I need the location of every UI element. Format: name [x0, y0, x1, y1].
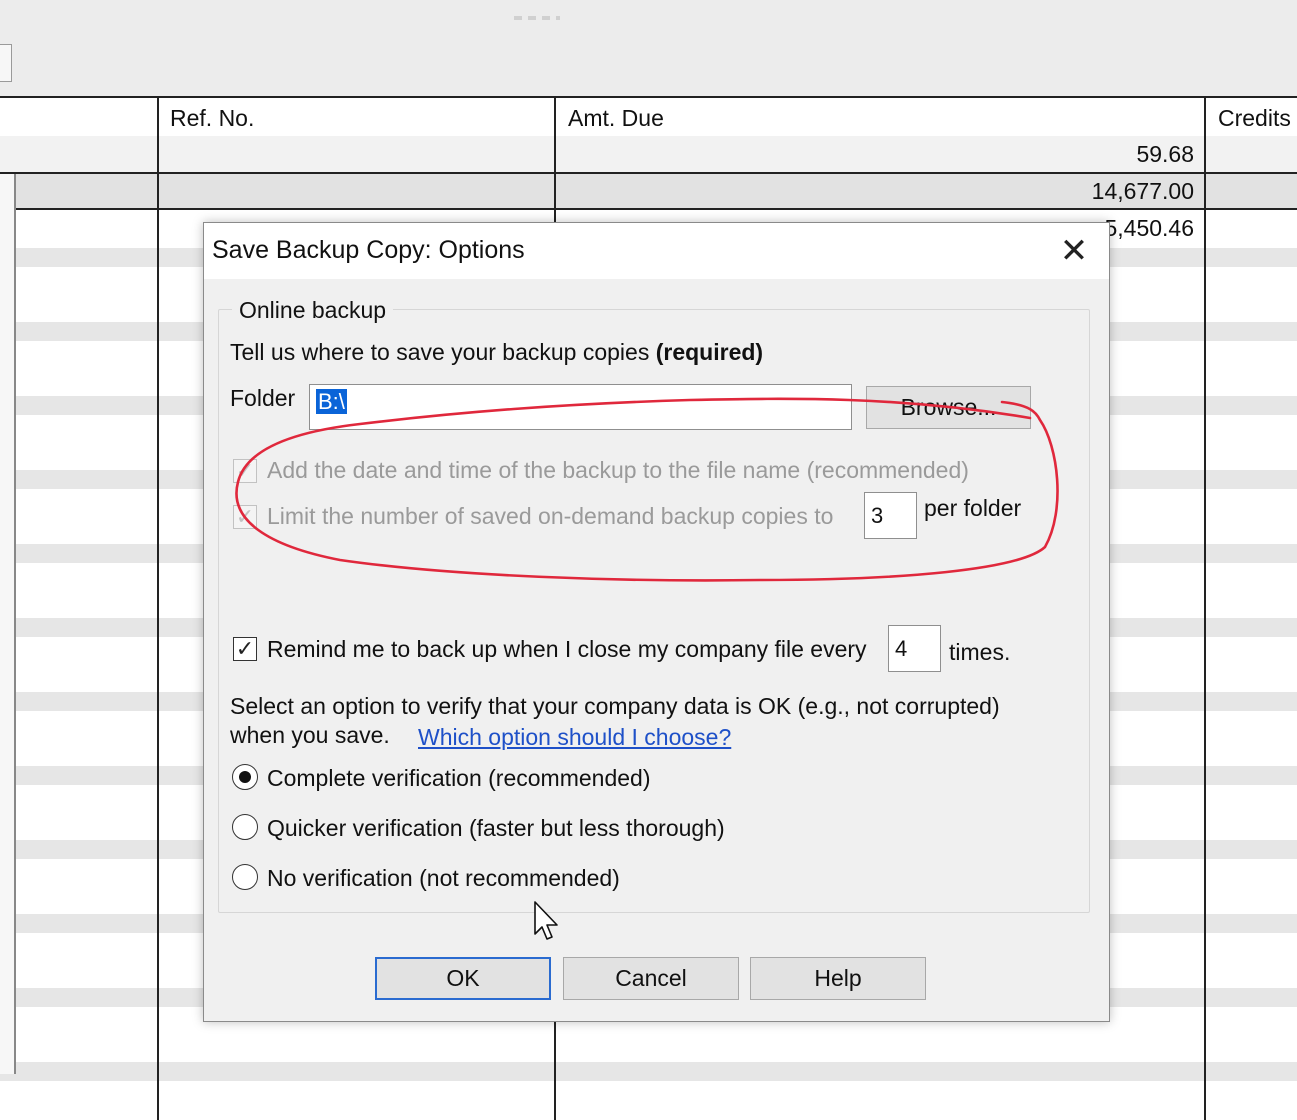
remind-count-input[interactable]: 4 — [888, 625, 941, 672]
which-option-link[interactable]: Which option should I choose? — [418, 722, 731, 752]
toolbar-field[interactable] — [0, 44, 12, 82]
drag-handle — [514, 16, 560, 20]
browse-button[interactable]: Browse... — [866, 386, 1031, 429]
amount-due-row-2: 14,677.00 — [1091, 178, 1194, 204]
close-icon[interactable]: ✕ — [1052, 231, 1096, 271]
no-verification-label: No verification (not recommended) — [267, 865, 620, 891]
verify-text-line1: Select an option to verify that your com… — [230, 693, 1000, 719]
cancel-button[interactable]: Cancel — [563, 957, 739, 1000]
quicker-verification-label: Quicker verification (faster but less th… — [267, 815, 725, 841]
folder-value: B:\ — [316, 389, 347, 414]
dialog-titlebar: Save Backup Copy: Options ✕ — [204, 223, 1109, 279]
column-header-credits[interactable]: Credits — [1206, 98, 1297, 136]
prompt-text: Tell us where to save your backup copies… — [230, 339, 764, 365]
checkmark-icon[interactable]: ✓ — [233, 505, 257, 529]
required-label: (required) — [655, 339, 764, 365]
radio-quicker-verification[interactable] — [232, 814, 258, 840]
amount-due-row-1: 59.68 — [1136, 141, 1194, 167]
remind-label: Remind me to back up when I close my com… — [267, 636, 867, 662]
mouse-cursor-icon — [534, 901, 558, 940]
radio-no-verification[interactable] — [232, 864, 258, 890]
add-datetime-label: Add the date and time of the backup to t… — [267, 457, 969, 483]
save-backup-options-dialog: Save Backup Copy: Options ✕ Online backu… — [203, 222, 1110, 1022]
group-label: Online backup — [232, 295, 394, 325]
folder-input[interactable]: B:\ — [309, 384, 852, 430]
times-label: times. — [949, 639, 1011, 665]
help-button[interactable]: Help — [750, 957, 926, 1000]
complete-verification-label: Complete verification (recommended) — [267, 765, 651, 791]
checkmark-icon[interactable]: ✓ — [233, 637, 257, 661]
column-header-amt-due[interactable]: Amt. Due — [556, 98, 1204, 136]
limit-label: Limit the number of saved on-demand back… — [267, 503, 834, 529]
checkmark-icon[interactable]: ✓ — [233, 459, 257, 483]
folder-label: Folder — [230, 385, 296, 411]
ok-button[interactable]: OK — [375, 957, 551, 1000]
column-header-ref-no[interactable]: Ref. No. — [158, 98, 554, 136]
limit-count-input[interactable]: 3 — [864, 492, 917, 539]
per-folder-label: per folder — [924, 495, 1022, 521]
radio-complete-verification[interactable] — [232, 764, 258, 790]
dialog-title: Save Backup Copy: Options — [212, 236, 525, 264]
left-panel — [0, 174, 16, 1074]
verify-text-line2: when you save. — [230, 722, 390, 748]
register-toolbar — [0, 0, 1297, 96]
